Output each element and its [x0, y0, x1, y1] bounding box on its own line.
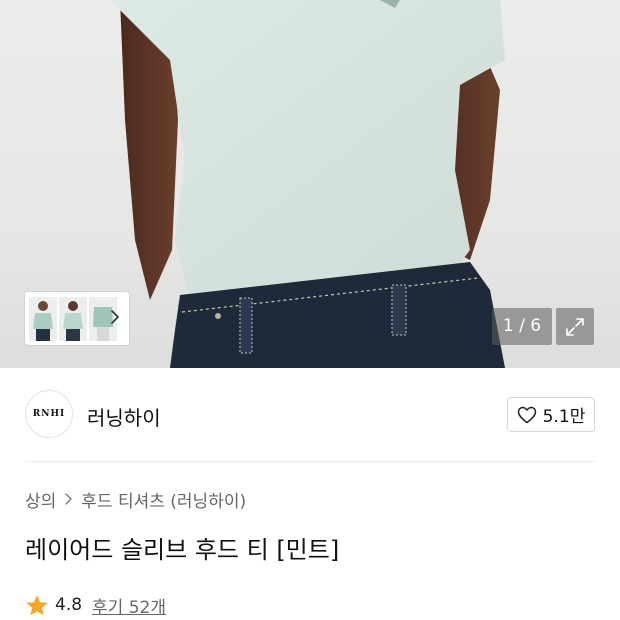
breadcrumb: 상의 후드 티셔츠 (러닝하이)	[25, 487, 246, 512]
product-detail-page: 1 / 6 RNHI 러닝하이 5.1만 상의 후드 티셔츠 (러닝하이) 레이…	[0, 0, 620, 620]
seller-avatar[interactable]: RNHI	[25, 390, 73, 438]
breadcrumb-subcategory[interactable]: 후드 티셔츠 (러닝하이)	[81, 487, 246, 512]
image-counter: 1 / 6	[492, 308, 552, 345]
expand-arrows-icon	[566, 317, 584, 336]
heart-outline-icon	[517, 406, 536, 423]
chevron-right-icon[interactable]	[110, 308, 120, 326]
product-title: 레이어드 슬리브 후드 티 [민트]	[25, 536, 340, 564]
thumbnail-image[interactable]	[29, 296, 57, 341]
star-icon	[26, 594, 48, 615]
rating-row: 4.8 후기 52개	[25, 592, 166, 618]
product-image[interactable]: 1 / 6	[0, 0, 620, 368]
like-button[interactable]: 5.1만	[507, 397, 595, 432]
seller-logo-text: RNHI	[32, 409, 66, 419]
seller-row: RNHI 러닝하이 5.1만	[25, 390, 595, 440]
divider	[25, 461, 595, 462]
seller-name[interactable]: 러닝하이	[87, 402, 161, 431]
thumbnail-image[interactable]	[59, 296, 87, 341]
breadcrumb-category[interactable]: 상의	[25, 487, 56, 512]
like-count: 5.1만	[542, 407, 586, 427]
review-count-link[interactable]: 후기 52개	[92, 593, 166, 618]
chevron-right-icon	[65, 493, 72, 505]
thumbnail-strip[interactable]	[25, 292, 129, 345]
rating-score: 4.8	[55, 595, 83, 615]
expand-button[interactable]	[556, 308, 594, 345]
